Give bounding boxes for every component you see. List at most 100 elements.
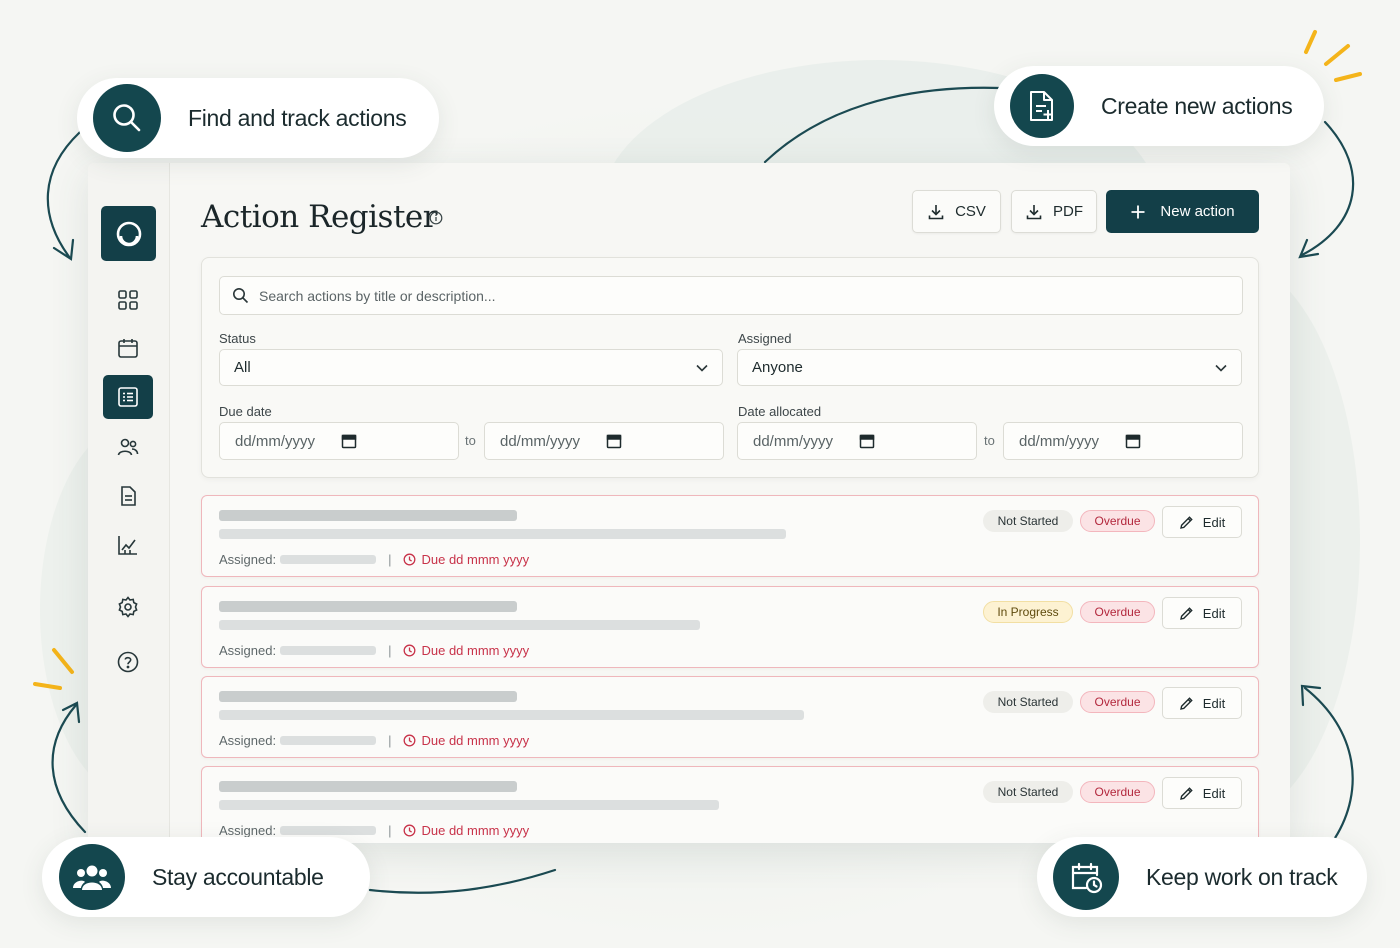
status-badge: In Progress xyxy=(983,601,1073,623)
app-logo[interactable] xyxy=(101,206,156,261)
clock-icon xyxy=(404,734,416,747)
edit-button[interactable]: Edit xyxy=(1162,597,1242,629)
callout-on-track: Keep work on track xyxy=(1037,837,1367,917)
pencil-icon xyxy=(1179,786,1193,800)
sidebar-item-settings[interactable] xyxy=(103,585,153,629)
edit-label: Edit xyxy=(1202,785,1226,801)
pencil-icon xyxy=(1179,515,1193,529)
calendar-picker-icon[interactable] xyxy=(606,433,622,449)
due-date: Due dd mmm yyyy xyxy=(403,552,529,567)
title-placeholder-bar xyxy=(219,691,517,702)
due-date: Due dd mmm yyyy xyxy=(403,643,529,658)
row-meta: Assigned: | Due dd mmm yyyy xyxy=(219,552,529,567)
assignee-placeholder-bar xyxy=(280,826,377,835)
sidebar-item-help[interactable] xyxy=(103,640,153,684)
plus-icon xyxy=(1131,205,1145,218)
status-badge: Not Started xyxy=(983,510,1073,532)
due-date: Due dd mmm yyyy xyxy=(403,823,529,838)
date-allocated-from-field[interactable]: dd/mm/yyyy xyxy=(737,422,977,460)
calendar-picker-icon[interactable] xyxy=(1125,433,1141,449)
info-icon[interactable] xyxy=(429,211,443,225)
new-action-button[interactable]: New action xyxy=(1106,190,1259,233)
document-icon xyxy=(121,486,136,506)
description-placeholder-bar xyxy=(219,800,719,810)
search-icon xyxy=(113,104,141,132)
assignee-placeholder-bar xyxy=(280,646,377,655)
due-date-to-field[interactable]: dd/mm/yyyy xyxy=(484,422,724,460)
action-row[interactable]: Assigned: | Due dd mmm yyyy Not Started … xyxy=(201,495,1259,577)
row-meta: Assigned: | Due dd mmm yyyy xyxy=(219,823,529,838)
overdue-badge: Overdue xyxy=(1080,601,1155,623)
pdf-label: PDF xyxy=(1053,203,1083,220)
search-input[interactable] xyxy=(259,287,1159,304)
callout-accountable: Stay accountable xyxy=(42,837,370,917)
due-text: Due dd mmm yyyy xyxy=(421,552,530,567)
help-icon xyxy=(117,651,139,673)
callout-icon-circle xyxy=(1053,844,1119,910)
search-icon xyxy=(233,288,249,304)
overdue-badge: Overdue xyxy=(1080,510,1155,532)
csv-label: CSV xyxy=(955,203,986,220)
due-text: Due dd mmm yyyy xyxy=(421,733,530,748)
title-placeholder-bar xyxy=(219,601,517,612)
date-placeholder: dd/mm/yyyy xyxy=(753,432,834,450)
callout-text: Create new actions xyxy=(1101,92,1293,119)
assigned-select[interactable]: Anyone xyxy=(737,349,1242,386)
search-field[interactable] xyxy=(219,276,1243,315)
sidebar-item-calendar[interactable] xyxy=(103,326,153,370)
calendar-clock-icon xyxy=(1071,862,1103,894)
export-pdf-button[interactable]: PDF xyxy=(1011,190,1097,233)
title-placeholder-bar xyxy=(219,781,517,792)
assigned-meta-label: Assigned: xyxy=(219,643,277,658)
settings-gear-icon xyxy=(118,596,138,618)
date-allocated-to-field[interactable]: dd/mm/yyyy xyxy=(1003,422,1243,460)
due-date-from-field[interactable]: dd/mm/yyyy xyxy=(219,422,459,460)
date-placeholder: dd/mm/yyyy xyxy=(500,432,581,450)
filter-panel: Status All Assigned Anyone Due date dd/m… xyxy=(201,257,1259,478)
edit-label: Edit xyxy=(1202,514,1226,530)
edit-button[interactable]: Edit xyxy=(1162,506,1242,538)
action-row[interactable]: Assigned: | Due dd mmm yyyy Not Started … xyxy=(201,766,1259,843)
sidebar-item-analytics[interactable] xyxy=(103,523,153,567)
download-icon xyxy=(1026,204,1042,219)
analytics-chart-icon xyxy=(118,536,137,555)
row-meta: Assigned: | Due dd mmm yyyy xyxy=(219,733,529,748)
calendar-picker-icon[interactable] xyxy=(859,433,875,449)
chevron-down-icon xyxy=(1215,364,1227,372)
sidebar-item-dashboard[interactable] xyxy=(103,278,153,322)
clock-icon xyxy=(404,644,416,657)
due-date-label: Due date xyxy=(219,404,272,419)
sidebar-item-documents[interactable] xyxy=(103,474,153,518)
status-badge: Not Started xyxy=(983,781,1073,803)
sidebar-item-actions[interactable] xyxy=(103,375,153,419)
sidebar-item-users[interactable] xyxy=(103,425,153,469)
assignee-placeholder-bar xyxy=(280,736,377,745)
callout-text: Stay accountable xyxy=(152,863,324,890)
meta-separator: | xyxy=(388,643,392,658)
edit-button[interactable]: Edit xyxy=(1162,777,1242,809)
page-title: Action Register xyxy=(201,199,438,235)
action-row[interactable]: Assigned: | Due dd mmm yyyy In Progress … xyxy=(201,586,1259,668)
logo-ring-icon xyxy=(116,221,141,246)
date-placeholder: dd/mm/yyyy xyxy=(1019,432,1100,450)
row-meta: Assigned: | Due dd mmm yyyy xyxy=(219,643,529,658)
export-csv-button[interactable]: CSV xyxy=(912,190,1001,233)
action-row[interactable]: Assigned: | Due dd mmm yyyy Not Started … xyxy=(201,676,1259,758)
status-select[interactable]: All xyxy=(219,349,723,386)
pencil-icon xyxy=(1179,696,1193,710)
date-allocated-label: Date allocated xyxy=(738,404,822,419)
description-placeholder-bar xyxy=(219,710,804,720)
status-label: Status xyxy=(219,331,256,346)
due-text: Due dd mmm yyyy xyxy=(421,823,530,838)
edit-button[interactable]: Edit xyxy=(1162,687,1242,719)
edit-label: Edit xyxy=(1202,695,1226,711)
edit-label: Edit xyxy=(1202,605,1226,621)
calendar-picker-icon[interactable] xyxy=(341,433,357,449)
assigned-meta-label: Assigned: xyxy=(219,552,277,567)
app-window: Action Register CSV PDF New action Statu… xyxy=(88,163,1290,843)
team-users-icon xyxy=(73,865,111,890)
status-value: All xyxy=(234,359,251,376)
callout-icon-circle xyxy=(93,84,161,152)
callout-icon-circle xyxy=(1010,74,1074,138)
overdue-badge: Overdue xyxy=(1080,781,1155,803)
